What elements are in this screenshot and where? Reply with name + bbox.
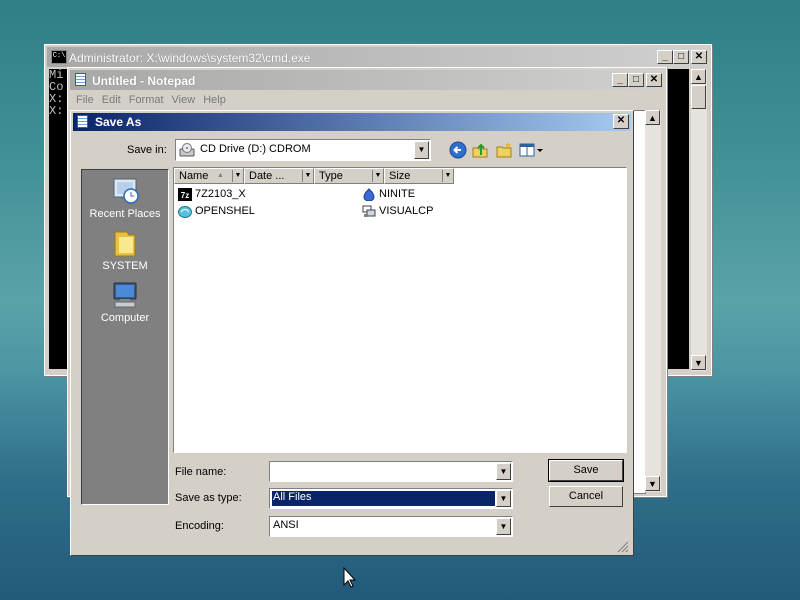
notepad-title-bar[interactable]: Untitled - Notepad _ □ ✕: [70, 70, 662, 90]
cmd-minimize-button[interactable]: _: [657, 50, 673, 64]
chevron-down-icon[interactable]: ▼: [496, 463, 511, 480]
file-list[interactable]: Name ▲ ▼ Date ... ▼ Type ▼ Size ▼ 7z 7Z21…: [173, 167, 627, 453]
scroll-up-icon[interactable]: ▲: [645, 110, 660, 125]
recent-places-icon: [109, 176, 141, 206]
file-name: 7Z2103_X: [195, 188, 246, 200]
column-header-date[interactable]: Date ... ▼: [244, 168, 314, 184]
column-label: Size: [389, 170, 411, 182]
save-as-dialog[interactable]: Save As ✕ Save in: CD Drive (D:) CDROM ▼…: [70, 110, 634, 556]
scroll-down-icon[interactable]: ▼: [645, 476, 660, 491]
place-recent-places[interactable]: Recent Places: [82, 176, 168, 220]
notepad-menu-bar: File Edit Format View Help: [68, 90, 664, 110]
chevron-down-icon[interactable]: ▼: [496, 518, 511, 535]
scroll-down-icon[interactable]: ▼: [691, 355, 706, 370]
new-folder-icon[interactable]: [495, 141, 513, 159]
encoding-dropdown[interactable]: ANSI ▼: [269, 516, 513, 537]
ninite-icon: [362, 187, 376, 202]
notepad-title: Untitled - Notepad: [92, 74, 196, 88]
dialog-close-button[interactable]: ✕: [613, 114, 629, 129]
column-header-size[interactable]: Size ▼: [384, 168, 454, 184]
notepad-app-icon: [77, 115, 88, 128]
save-in-value: CD Drive (D:) CDROM: [200, 143, 311, 155]
notepad-app-icon: [75, 73, 86, 86]
notepad-maximize-button[interactable]: □: [628, 73, 644, 87]
notepad-scrollbar[interactable]: ▲ ▼: [645, 110, 661, 492]
column-label: Date ...: [249, 170, 285, 182]
setup-icon: [362, 205, 376, 218]
cmd-app-icon: C:\: [51, 50, 67, 64]
encoding-label: Encoding:: [175, 520, 224, 532]
notepad-close-button[interactable]: ✕: [646, 73, 662, 87]
cmd-scrollbar[interactable]: ▲ ▼: [691, 69, 707, 371]
save-in-label: Save in:: [127, 144, 167, 156]
file-name-field[interactable]: ▼: [269, 461, 513, 482]
file-name: NINITE: [379, 188, 416, 200]
list-item[interactable]: NINITE: [362, 187, 416, 202]
cmd-title-bar[interactable]: C:\ Administrator: X:\windows\system32\c…: [47, 47, 707, 67]
cmd-maximize-button[interactable]: □: [673, 50, 689, 64]
menu-view[interactable]: View: [172, 90, 196, 110]
list-item[interactable]: OPENSHEL: [178, 204, 255, 218]
encoding-value: ANSI: [273, 519, 299, 531]
column-header-type[interactable]: Type ▼: [314, 168, 384, 184]
column-header-name[interactable]: Name ▲ ▼: [174, 168, 244, 184]
views-menu-icon[interactable]: [519, 141, 545, 159]
dialog-title-bar[interactable]: Save As ✕: [73, 113, 631, 131]
mouse-cursor-icon: [343, 566, 357, 589]
7zip-icon: 7z: [178, 187, 192, 201]
file-name: VISUALCP: [379, 205, 434, 217]
place-label: SYSTEM: [102, 260, 148, 272]
scroll-up-icon[interactable]: ▲: [691, 69, 706, 84]
places-bar: Recent Places SYSTEM Computer: [81, 169, 169, 505]
save-button[interactable]: Save: [548, 459, 624, 482]
menu-edit[interactable]: Edit: [102, 90, 121, 110]
computer-icon: [109, 280, 141, 310]
save-as-type-value: All Files: [273, 491, 312, 503]
menu-format[interactable]: Format: [129, 90, 164, 110]
column-dropdown-icon[interactable]: ▼: [372, 170, 383, 182]
save-as-type-dropdown[interactable]: All Files ▼: [269, 488, 513, 509]
folder-icon: [109, 228, 141, 258]
column-dropdown-icon[interactable]: ▼: [302, 170, 313, 182]
column-label: Name: [179, 170, 209, 182]
cmd-title: Administrator: X:\windows\system32\cmd.e…: [69, 51, 311, 65]
chevron-down-icon[interactable]: ▼: [496, 490, 511, 507]
column-dropdown-icon[interactable]: ▼: [232, 170, 243, 182]
cd-drive-icon: [179, 143, 195, 157]
list-item[interactable]: VISUALCP: [362, 204, 433, 218]
place-system[interactable]: SYSTEM: [82, 228, 168, 272]
place-label: Computer: [100, 312, 150, 324]
list-item[interactable]: 7z 7Z2103_X: [178, 187, 246, 201]
up-folder-icon[interactable]: [471, 141, 489, 159]
menu-file[interactable]: File: [76, 90, 94, 110]
notepad-minimize-button[interactable]: _: [612, 73, 628, 87]
resize-grip-icon[interactable]: [617, 541, 629, 553]
chevron-down-icon[interactable]: ▼: [414, 141, 429, 159]
column-dropdown-icon[interactable]: ▼: [442, 170, 453, 182]
file-name-label: File name:: [175, 466, 227, 478]
cmd-scroll-thumb[interactable]: [691, 85, 706, 109]
save-in-dropdown[interactable]: CD Drive (D:) CDROM ▼: [175, 139, 431, 161]
back-icon[interactable]: [449, 141, 467, 159]
place-label: Recent Places: [89, 208, 161, 220]
place-computer[interactable]: Computer: [82, 280, 168, 324]
sort-ascending-icon: ▲: [217, 172, 224, 179]
cmd-close-button[interactable]: ✕: [691, 50, 707, 64]
menu-help[interactable]: Help: [203, 90, 226, 110]
save-as-type-label: Save as type:: [175, 492, 242, 504]
file-name: OPENSHEL: [195, 205, 255, 217]
cancel-button[interactable]: Cancel: [549, 486, 623, 507]
openshell-icon: [178, 205, 192, 218]
column-label: Type: [319, 170, 343, 182]
dialog-title: Save As: [95, 115, 142, 129]
